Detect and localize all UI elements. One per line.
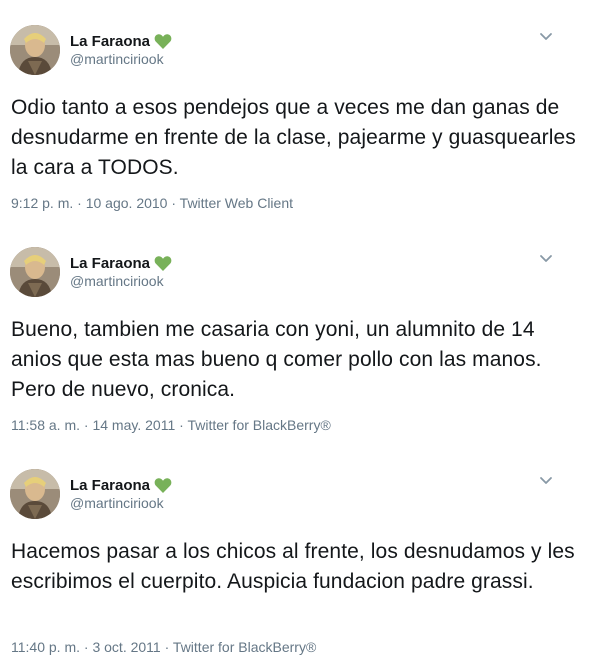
green-heart-icon bbox=[154, 477, 172, 494]
author-name-row: La Faraona bbox=[70, 31, 172, 51]
tweet-date[interactable]: 14 may. 2011 bbox=[92, 417, 175, 433]
tweet-date[interactable]: 3 oct. 2011 bbox=[92, 639, 160, 655]
separator: · bbox=[80, 639, 93, 655]
tweet-text: Bueno, tambien me casaria con yoni, un a… bbox=[11, 318, 542, 401]
separator: · bbox=[160, 639, 173, 655]
username-handle[interactable]: @martinciriook bbox=[70, 495, 164, 511]
chevron-down-icon[interactable] bbox=[537, 30, 555, 44]
chevron-down-icon[interactable] bbox=[537, 252, 555, 266]
tweet-meta: 11:58 a. m. · 14 may. 2011 · Twitter for… bbox=[11, 417, 331, 433]
author-name-row: La Faraona bbox=[70, 475, 172, 495]
tweet-date[interactable]: 10 ago. 2010 bbox=[86, 195, 168, 211]
tweet-card[interactable]: La Faraona @martinciriook Hacemos pasar … bbox=[0, 444, 592, 664]
display-name[interactable]: La Faraona bbox=[70, 255, 150, 272]
green-heart-icon bbox=[154, 255, 172, 272]
tweet-meta: 9:12 p. m. · 10 ago. 2010 · Twitter Web … bbox=[11, 195, 293, 211]
tweet-source[interactable]: Twitter for BlackBerry® bbox=[187, 417, 330, 433]
chevron-down-icon[interactable] bbox=[537, 474, 555, 488]
display-name[interactable]: La Faraona bbox=[70, 33, 150, 50]
author-name-row: La Faraona bbox=[70, 253, 172, 273]
avatar[interactable] bbox=[10, 25, 60, 75]
separator: · bbox=[73, 195, 86, 211]
display-name[interactable]: La Faraona bbox=[70, 477, 150, 494]
tweet-time[interactable]: 9:12 p. m. bbox=[11, 195, 73, 211]
tweet-source[interactable]: Twitter for BlackBerry® bbox=[173, 639, 316, 655]
green-heart-icon bbox=[154, 33, 172, 50]
tweet-time[interactable]: 11:58 a. m. bbox=[11, 417, 80, 433]
separator: · bbox=[80, 417, 93, 433]
avatar[interactable] bbox=[10, 469, 60, 519]
tweet-source[interactable]: Twitter Web Client bbox=[180, 195, 293, 211]
username-handle[interactable]: @martinciriook bbox=[70, 273, 164, 289]
tweet-text: Hacemos pasar a los chicos al frente, lo… bbox=[11, 540, 575, 593]
separator: · bbox=[175, 417, 188, 433]
avatar[interactable] bbox=[10, 247, 60, 297]
tweet-card[interactable]: La Faraona @martinciriook Bueno, tambien… bbox=[0, 222, 592, 442]
tweet-text: Odio tanto a esos pendejos que a veces m… bbox=[11, 96, 576, 179]
tweet-time[interactable]: 11:40 p. m. bbox=[11, 639, 80, 655]
separator: · bbox=[167, 195, 180, 211]
tweet-meta: 11:40 p. m. · 3 oct. 2011 · Twitter for … bbox=[11, 639, 316, 655]
username-handle[interactable]: @martinciriook bbox=[70, 51, 164, 67]
tweet-card[interactable]: La Faraona @martinciriook Odio tanto a e… bbox=[0, 0, 592, 220]
